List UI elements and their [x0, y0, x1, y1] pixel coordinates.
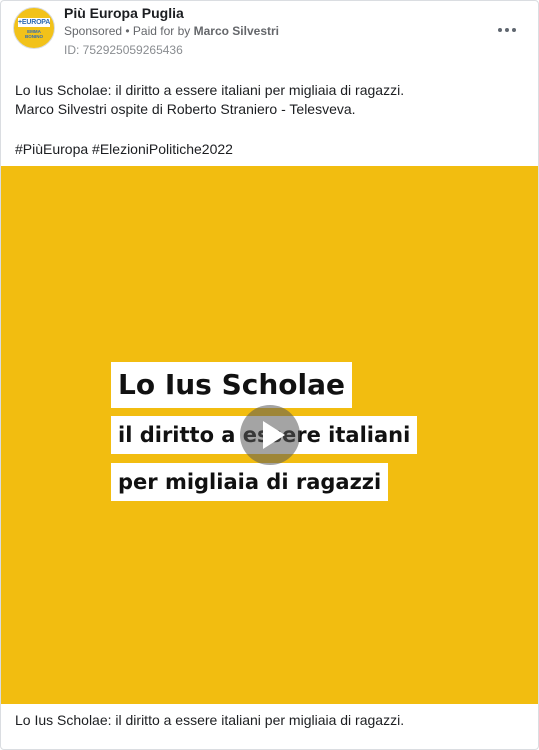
page-name[interactable]: Più Europa Puglia [64, 4, 184, 22]
paid-for-prefix: Paid for by [132, 24, 194, 38]
ad-hashtags[interactable]: #PiùEuropa #ElezioniPolitiche2022 [15, 140, 233, 159]
avatar-logo-top: +EUROPA [18, 18, 51, 27]
ad-header: +EUROPA EMMA BONINO Più Europa Puglia Sp… [1, 1, 538, 65]
play-button[interactable] [240, 405, 300, 465]
video-title-line-3: per migliaia di ragazzi [111, 463, 389, 501]
ad-id: ID: 752925059265436 [64, 43, 183, 57]
sponsored-label: Sponsored [64, 24, 123, 38]
ad-body-text: Lo Ius Scholae: il diritto a essere ital… [15, 81, 525, 119]
video-title-line-1: Lo Ius Scholae [111, 362, 353, 408]
body-line-2: Marco Silvestri ospite di Roberto Strani… [15, 101, 356, 117]
more-horizontal-icon-dot [512, 28, 516, 32]
video-player[interactable]: Lo Ius Scholae il diritto a essere itali… [1, 166, 538, 704]
ad-card: +EUROPA EMMA BONINO Più Europa Puglia Sp… [0, 0, 539, 750]
video-caption: Lo Ius Scholae: il diritto a essere ital… [15, 712, 405, 728]
more-horizontal-icon [498, 28, 502, 32]
more-options-button[interactable] [495, 19, 519, 39]
more-horizontal-icon-dot [505, 28, 509, 32]
body-line-1: Lo Ius Scholae: il diritto a essere ital… [15, 82, 405, 98]
sponsored-line: Sponsored • Paid for by Marco Silvestri [64, 23, 279, 39]
play-icon [263, 421, 285, 449]
paid-for-name: Marco Silvestri [193, 24, 279, 38]
page-avatar[interactable]: +EUROPA EMMA BONINO [13, 7, 55, 49]
meta-separator: • [122, 24, 133, 38]
avatar-logo-bottom: EMMA BONINO [25, 29, 43, 39]
